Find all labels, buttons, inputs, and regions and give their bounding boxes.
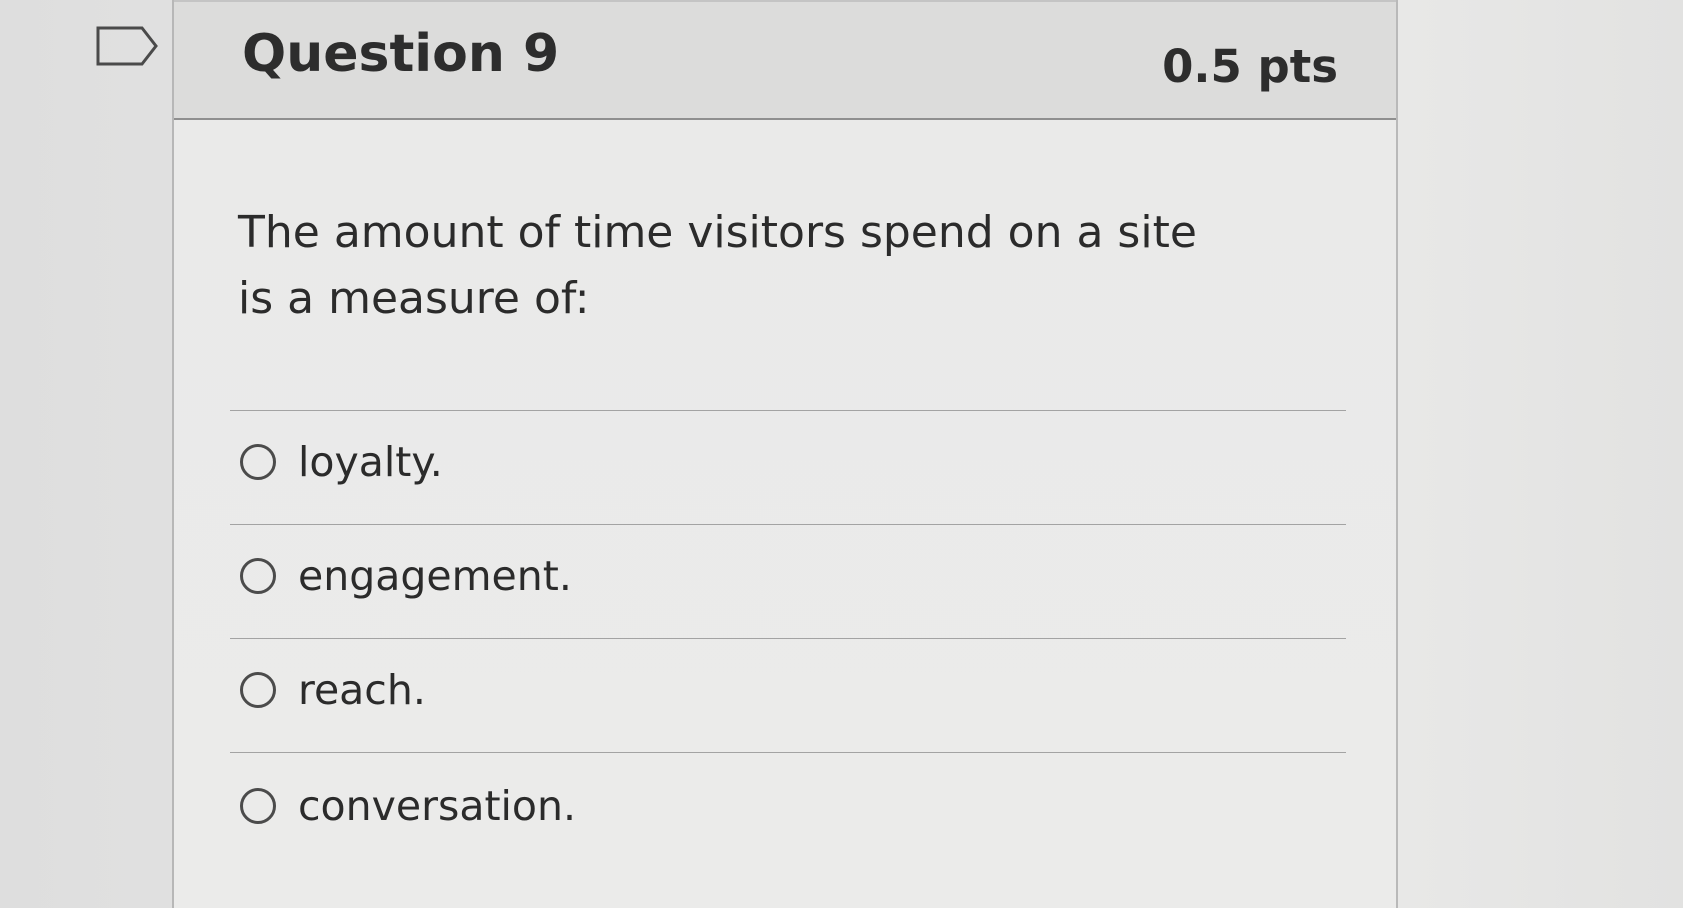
answer-divider (230, 410, 1346, 411)
question-points: 0.5 pts (1162, 40, 1338, 93)
answer-divider (230, 752, 1346, 753)
answer-option-reach[interactable]: reach. (240, 660, 426, 720)
answer-label: reach. (298, 666, 426, 714)
flag-question-icon[interactable] (96, 26, 160, 66)
radio-button[interactable] (240, 672, 276, 708)
radio-button[interactable] (240, 788, 276, 824)
question-title: Question 9 (242, 24, 560, 84)
answer-divider (230, 638, 1346, 639)
answer-label: conversation. (298, 782, 577, 830)
question-text: The amount of time visitors spend on a s… (238, 207, 1197, 324)
answer-label: loyalty. (298, 438, 443, 486)
question-header: Question 9 0.5 pts (174, 0, 1396, 120)
answer-option-loyalty[interactable]: loyalty. (240, 432, 443, 492)
answer-option-engagement[interactable]: engagement. (240, 546, 572, 606)
question-card: Question 9 0.5 pts The amount of time vi… (172, 0, 1398, 908)
answer-divider (230, 524, 1346, 525)
answer-option-conversation[interactable]: conversation. (240, 776, 576, 836)
radio-button[interactable] (240, 444, 276, 480)
radio-button[interactable] (240, 558, 276, 594)
answer-label: engagement. (298, 552, 572, 600)
